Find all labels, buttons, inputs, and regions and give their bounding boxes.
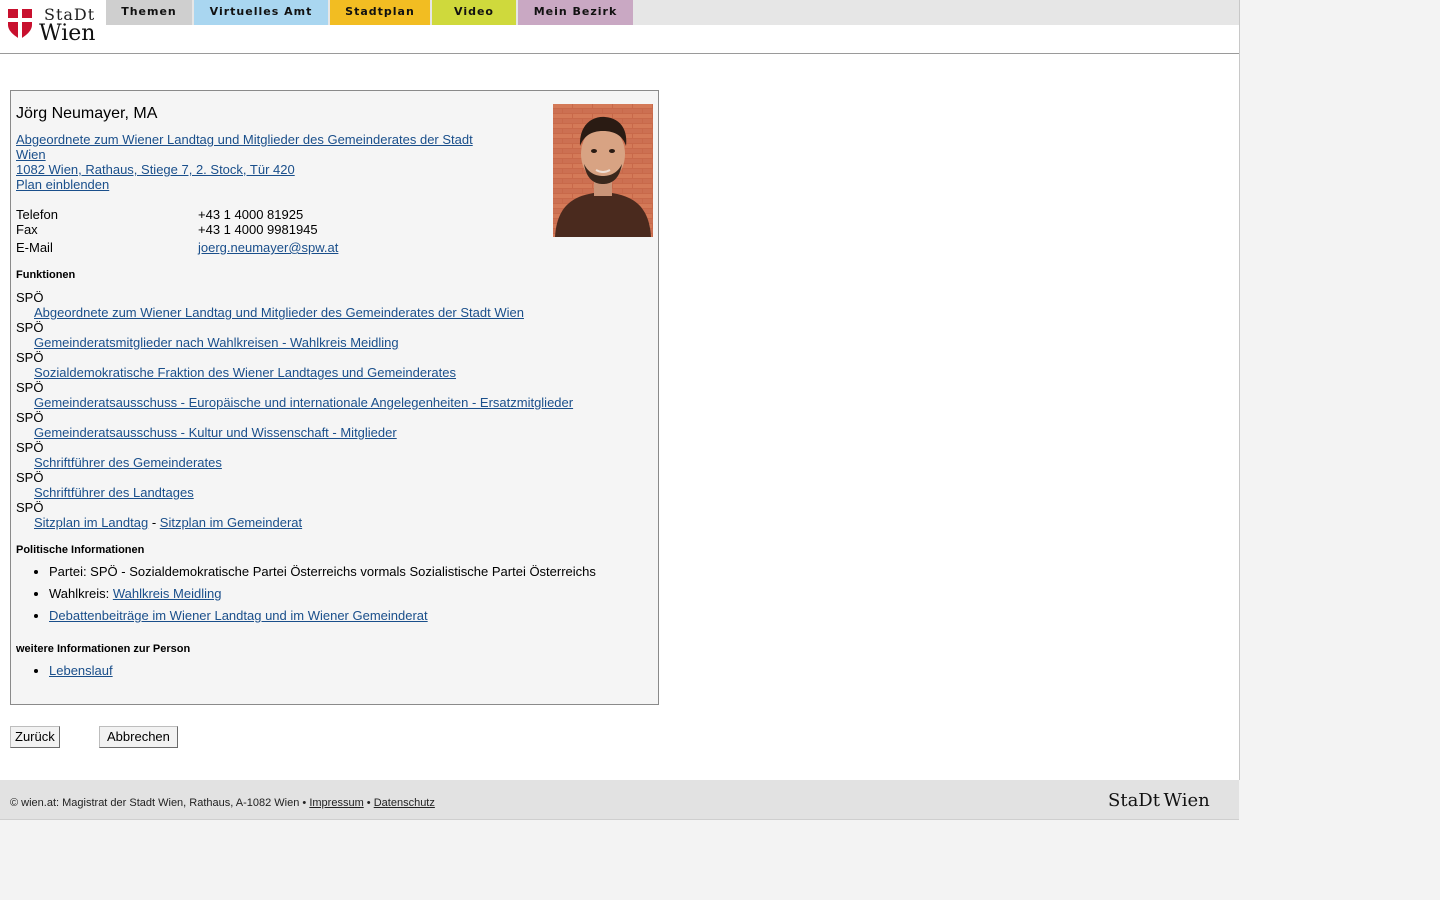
person-card: Jörg Neumayer, MA Abgeordnete zum Wiener…	[10, 90, 659, 705]
party-text: Partei: SPÖ - Sozialdemokratische Partei…	[49, 564, 596, 579]
email-link[interactable]: joerg.neumayer@spw.at	[198, 240, 338, 255]
seat-plan-separator: -	[151, 515, 157, 530]
main-nav: Themen Virtuelles Amt Stadtplan Video Me…	[106, 0, 1239, 25]
party-info: Partei: SPÖ - Sozialdemokratische Partei…	[49, 564, 669, 579]
tab-virtuelles-amt[interactable]: Virtuelles Amt	[194, 0, 328, 25]
function-party: SPÖ	[16, 380, 44, 395]
functions-heading: Funktionen	[16, 269, 76, 281]
wahlkreis-info: Wahlkreis: Wahlkreis Meidling	[49, 586, 669, 601]
telefon-label: Telefon	[16, 207, 58, 222]
header: StaDt Wien Themen Virtuelles Amt Stadtpl…	[0, 0, 1239, 54]
stadt-wien-logo[interactable]: StaDt Wien	[6, 5, 101, 46]
person-name: Jörg Neumayer, MA	[16, 105, 158, 122]
email-label: E-Mail	[16, 240, 53, 255]
function-link[interactable]: Gemeinderatsausschuss - Kultur und Wisse…	[34, 425, 397, 440]
function-party: SPÖ	[16, 500, 44, 515]
footer-separator: •	[366, 797, 371, 809]
tab-stadtplan[interactable]: Stadtplan	[330, 0, 430, 25]
datenschutz-link[interactable]: Datenschutz	[374, 797, 435, 809]
impressum-link[interactable]: Impressum	[309, 797, 363, 809]
wahlkreis-link[interactable]: Wahlkreis Meidling	[113, 586, 222, 601]
wien-shield-icon	[8, 9, 32, 39]
function-link[interactable]: Abgeordnete zum Wiener Landtag und Mitgl…	[34, 305, 524, 320]
debates-link[interactable]: Debattenbeiträge im Wiener Landtag und i…	[49, 608, 428, 623]
back-button[interactable]: Zurück	[10, 726, 60, 748]
political-info-list: Partei: SPÖ - Sozialdemokratische Partei…	[16, 564, 669, 630]
portrait-image	[553, 104, 653, 237]
lebenslauf-item: Lebenslauf	[49, 663, 669, 678]
function-party: SPÖ	[16, 470, 44, 485]
more-info-heading: weitere Informationen zur Person	[16, 643, 191, 655]
tab-video[interactable]: Video	[432, 0, 516, 25]
affiliation-link[interactable]: Abgeordnete zum Wiener Landtag und Mitgl…	[16, 132, 473, 162]
show-plan-link[interactable]: Plan einblenden	[16, 177, 109, 192]
function-link[interactable]: Schriftführer des Landtages	[34, 485, 194, 500]
tab-mein-bezirk[interactable]: Mein Bezirk	[518, 0, 633, 25]
function-party: SPÖ	[16, 440, 44, 455]
page: StaDt Wien Themen Virtuelles Amt Stadtpl…	[0, 0, 1240, 820]
function-party: SPÖ	[16, 350, 44, 365]
debates-info: Debattenbeiträge im Wiener Landtag und i…	[49, 608, 669, 623]
fax-label: Fax	[16, 222, 38, 237]
function-link[interactable]: Sozialdemokratische Fraktion des Wiener …	[34, 365, 456, 380]
lebenslauf-link[interactable]: Lebenslauf	[49, 663, 113, 678]
seat-plan-landtag-link[interactable]: Sitzplan im Landtag	[34, 515, 148, 530]
tab-themen[interactable]: Themen	[106, 0, 192, 25]
function-party: SPÖ	[16, 410, 44, 425]
address-link[interactable]: 1082 Wien, Rathaus, Stiege 7, 2. Stock, …	[16, 162, 295, 177]
function-party: SPÖ	[16, 320, 44, 335]
function-party: SPÖ	[16, 290, 44, 305]
footer: © wien.at: Magistrat der Stadt Wien, Rat…	[0, 780, 1239, 820]
wahlkreis-label: Wahlkreis:	[49, 586, 110, 601]
footer-text: © wien.at: Magistrat der Stadt Wien, Rat…	[10, 797, 435, 809]
function-link[interactable]: Gemeinderatsmitglieder nach Wahlkreisen …	[34, 335, 399, 350]
logo-line2: Wien	[39, 21, 96, 46]
function-link[interactable]: Gemeinderatsausschuss - Europäische und …	[34, 395, 573, 410]
telefon-value: +43 1 4000 81925	[198, 207, 304, 222]
fax-value: +43 1 4000 9981945	[198, 222, 318, 237]
footer-logo: StaDt Wien	[1108, 790, 1210, 811]
cancel-button[interactable]: Abbrechen	[99, 726, 178, 748]
affiliation-block: Abgeordnete zum Wiener Landtag und Mitgl…	[16, 132, 486, 192]
person-photo	[553, 104, 653, 237]
more-info-list: Lebenslauf	[16, 663, 669, 685]
functions-list: SPÖ Abgeordnete zum Wiener Landtag und M…	[16, 290, 646, 530]
seat-plan-gemeinderat-link[interactable]: Sitzplan im Gemeinderat	[160, 515, 302, 530]
function-link[interactable]: Schriftführer des Gemeinderates	[34, 455, 222, 470]
copyright-text: © wien.at: Magistrat der Stadt Wien, Rat…	[10, 797, 307, 809]
political-info-heading: Politische Informationen	[16, 544, 145, 556]
